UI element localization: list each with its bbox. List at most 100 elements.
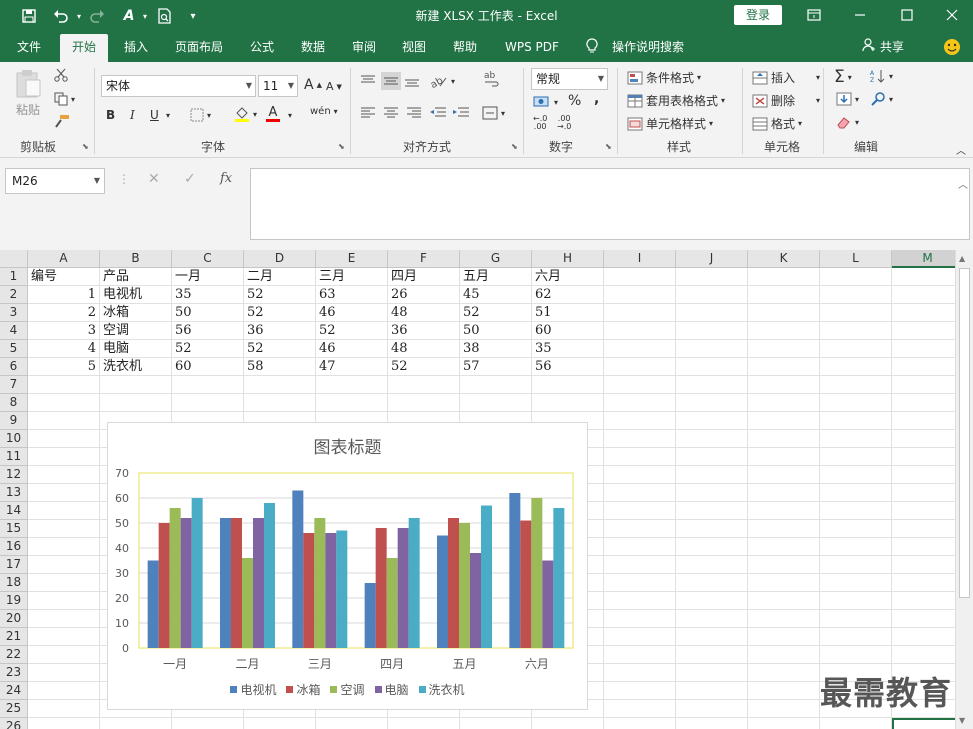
column-header-c[interactable]: C xyxy=(172,250,244,268)
cell-k15[interactable] xyxy=(748,520,820,538)
cell-k3[interactable] xyxy=(748,304,820,322)
format-painter-brush-icon[interactable] xyxy=(54,114,70,128)
cell-h5[interactable]: 35 xyxy=(532,340,604,358)
cell-l17[interactable] xyxy=(820,556,892,574)
cell-a19[interactable] xyxy=(28,592,100,610)
cell-l22[interactable] xyxy=(820,646,892,664)
row-header-6[interactable]: 6 xyxy=(0,358,28,376)
cell-m3[interactable] xyxy=(892,304,964,322)
clipboard-launcher-icon[interactable]: ⬊ xyxy=(82,142,89,151)
cell-l19[interactable] xyxy=(820,592,892,610)
minimize-icon[interactable] xyxy=(848,4,872,26)
cell-a20[interactable] xyxy=(28,610,100,628)
number-launcher-icon[interactable]: ⬊ xyxy=(605,142,612,151)
tab-wps-pdf[interactable]: WPS PDF xyxy=(505,38,559,58)
cell-j22[interactable] xyxy=(676,646,748,664)
column-header-h[interactable]: H xyxy=(532,250,604,268)
cell-d7[interactable] xyxy=(244,376,316,394)
cell-l15[interactable] xyxy=(820,520,892,538)
cell-a2[interactable]: 1 xyxy=(28,286,100,304)
cell-j2[interactable] xyxy=(676,286,748,304)
cell-a24[interactable] xyxy=(28,682,100,700)
font-color-dropdown-icon[interactable]: ▾ xyxy=(288,111,292,120)
align-bottom-icon[interactable] xyxy=(404,74,420,88)
cell-k23[interactable] xyxy=(748,664,820,682)
cell-e8[interactable] xyxy=(316,394,388,412)
tab-formulas[interactable]: 公式 xyxy=(250,38,274,58)
cell-d3[interactable]: 52 xyxy=(244,304,316,322)
cell-k1[interactable] xyxy=(748,268,820,286)
cell-i3[interactable] xyxy=(604,304,676,322)
cell-a17[interactable] xyxy=(28,556,100,574)
cell-m1[interactable] xyxy=(892,268,964,286)
cell-b6[interactable]: 洗衣机 xyxy=(100,358,172,376)
cell-c4[interactable]: 56 xyxy=(172,322,244,340)
cell-i2[interactable] xyxy=(604,286,676,304)
cell-l10[interactable] xyxy=(820,430,892,448)
chart[interactable]: 图表标题 0 10 20 30 40 50 60 70 一月 二月 三月 四月 五月 六月 电视机 冰箱 空调… xyxy=(107,422,588,710)
cell-m4[interactable] xyxy=(892,322,964,340)
cell-k8[interactable] xyxy=(748,394,820,412)
row-header-5[interactable]: 5 xyxy=(0,340,28,358)
font-name-combo[interactable]: 宋体 ▼ xyxy=(101,75,256,97)
cell-l20[interactable] xyxy=(820,610,892,628)
legend-item[interactable]: 空调 xyxy=(330,681,365,698)
cell-f6[interactable]: 52 xyxy=(388,358,460,376)
cell-j1[interactable] xyxy=(676,268,748,286)
cell-a13[interactable] xyxy=(28,484,100,502)
cell-m5[interactable] xyxy=(892,340,964,358)
cell-m11[interactable] xyxy=(892,448,964,466)
row-header-26[interactable]: 26 xyxy=(0,718,28,729)
cell-l2[interactable] xyxy=(820,286,892,304)
cell-k11[interactable] xyxy=(748,448,820,466)
cell-l11[interactable] xyxy=(820,448,892,466)
cell-k22[interactable] xyxy=(748,646,820,664)
cell-a9[interactable] xyxy=(28,412,100,430)
cell-h2[interactable]: 62 xyxy=(532,286,604,304)
tab-help[interactable]: 帮助 xyxy=(453,38,477,58)
cell-k24[interactable] xyxy=(748,682,820,700)
cell-b8[interactable] xyxy=(100,394,172,412)
column-header-g[interactable]: G xyxy=(460,250,532,268)
cell-l7[interactable] xyxy=(820,376,892,394)
cell-c3[interactable]: 50 xyxy=(172,304,244,322)
cell-l6[interactable] xyxy=(820,358,892,376)
cut-icon[interactable] xyxy=(54,68,68,82)
cell-d5[interactable]: 52 xyxy=(244,340,316,358)
scroll-down-icon[interactable]: ▼ xyxy=(959,716,965,725)
row-header-4[interactable]: 4 xyxy=(0,322,28,340)
row-header-11[interactable]: 11 xyxy=(0,448,28,466)
cell-e2[interactable]: 63 xyxy=(316,286,388,304)
clear-icon[interactable]: ▾ xyxy=(836,115,859,129)
cell-j5[interactable] xyxy=(676,340,748,358)
tab-view[interactable]: 视图 xyxy=(402,38,426,58)
row-header-15[interactable]: 15 xyxy=(0,520,28,538)
column-header-f[interactable]: F xyxy=(388,250,460,268)
cell-a21[interactable] xyxy=(28,628,100,646)
cell-m2[interactable] xyxy=(892,286,964,304)
row-header-10[interactable]: 10 xyxy=(0,430,28,448)
cell-m12[interactable] xyxy=(892,466,964,484)
cell-a18[interactable] xyxy=(28,574,100,592)
cell-d8[interactable] xyxy=(244,394,316,412)
scrollbar-thumb[interactable] xyxy=(959,268,970,598)
phonetic-icon[interactable]: wén ▾ xyxy=(310,106,338,117)
autosum-icon[interactable]: Σ ▾ xyxy=(834,67,852,87)
cell-g3[interactable]: 52 xyxy=(460,304,532,322)
cell-k2[interactable] xyxy=(748,286,820,304)
cell-m16[interactable] xyxy=(892,538,964,556)
name-box[interactable]: M26 ▼ xyxy=(5,168,105,194)
cell-b3[interactable]: 冰箱 xyxy=(100,304,172,322)
cell-i9[interactable] xyxy=(604,412,676,430)
sort-filter-icon[interactable]: A Z ▾ xyxy=(870,69,893,83)
cell-l26[interactable] xyxy=(820,718,892,729)
cell-h1[interactable]: 六月 xyxy=(532,268,604,286)
cell-e26[interactable] xyxy=(316,718,388,729)
cell-j25[interactable] xyxy=(676,700,748,718)
legend-item[interactable]: 冰箱 xyxy=(286,681,320,698)
cell-l3[interactable] xyxy=(820,304,892,322)
cell-f7[interactable] xyxy=(388,376,460,394)
cell-g26[interactable] xyxy=(460,718,532,729)
cell-l9[interactable] xyxy=(820,412,892,430)
cell-i13[interactable] xyxy=(604,484,676,502)
